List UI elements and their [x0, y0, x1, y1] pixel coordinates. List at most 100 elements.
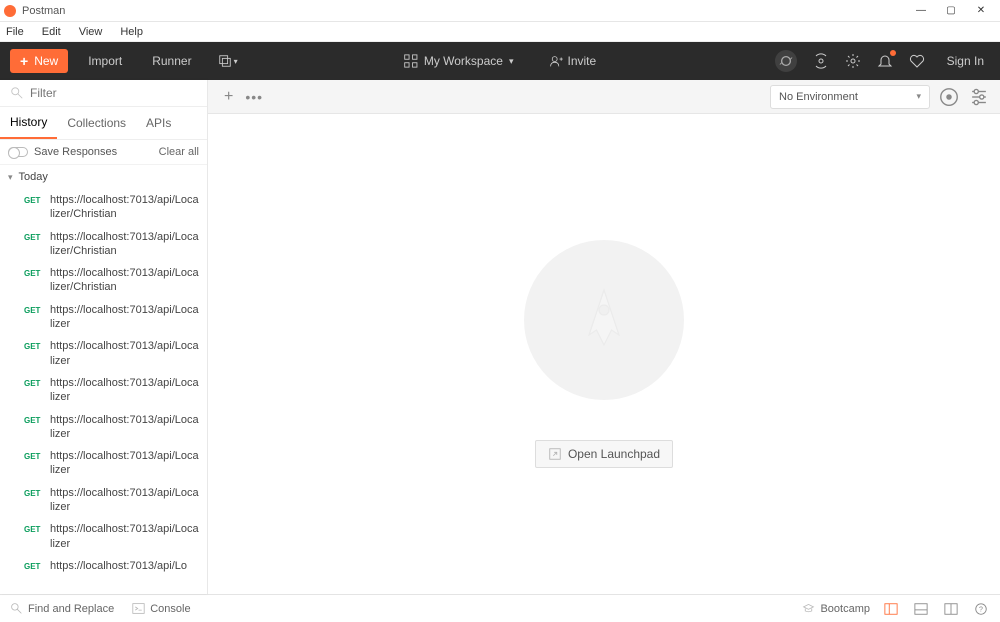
tab-options-button[interactable]: •••	[239, 85, 269, 109]
workspace-label: My Workspace	[424, 54, 503, 68]
bootcamp-button[interactable]: Bootcamp	[802, 602, 870, 615]
history-item[interactable]: GEThttps://localhost:7013/api/Localizer	[0, 372, 207, 409]
chevron-down-icon: ▾	[916, 91, 921, 102]
window-minimize-button[interactable]: —	[906, 0, 936, 22]
history-item[interactable]: GEThttps://localhost:7013/api/Localizer/…	[0, 262, 207, 299]
app-toolbar: + New Import Runner ▾ My Workspace ▾ Inv…	[0, 42, 1000, 80]
sync-icon[interactable]	[775, 50, 797, 72]
menu-help[interactable]: Help	[120, 26, 143, 38]
satellite-icon[interactable]	[813, 53, 829, 69]
svg-text:?: ?	[979, 606, 983, 613]
menu-file[interactable]: File	[6, 26, 24, 38]
main-area: + ••• No Environment ▾	[208, 80, 1000, 594]
environment-settings-icon[interactable]	[968, 86, 990, 108]
history-url: https://localhost:7013/api/Localizer	[50, 376, 201, 405]
history-item[interactable]: GEThttps://localhost:7013/api/Lo	[0, 555, 207, 577]
history-url: https://localhost:7013/api/Localizer/Chr…	[50, 193, 201, 222]
environment-label: No Environment	[779, 91, 858, 103]
console-button[interactable]: Console	[132, 602, 190, 615]
history-item[interactable]: GEThttps://localhost:7013/api/Localizer	[0, 518, 207, 555]
chevron-down-icon: ▾	[8, 172, 13, 183]
console-label: Console	[150, 603, 190, 615]
history-method: GET	[24, 266, 50, 295]
bootcamp-label: Bootcamp	[820, 603, 870, 615]
save-responses-label: Save Responses	[34, 146, 117, 158]
history-method: GET	[24, 230, 50, 259]
window-maximize-button[interactable]: ▢	[936, 0, 966, 22]
history-item[interactable]: GEThttps://localhost:7013/api/Localizer	[0, 482, 207, 519]
history-method: GET	[24, 486, 50, 515]
environment-area: No Environment ▾	[770, 85, 990, 109]
history-item[interactable]: GEThttps://localhost:7013/api/Localizer/…	[0, 226, 207, 263]
tab-history[interactable]: History	[0, 107, 57, 139]
history-item[interactable]: GEThttps://localhost:7013/api/Localizer/…	[0, 189, 207, 226]
history-method: GET	[24, 522, 50, 551]
window-close-button[interactable]: ✕	[966, 0, 996, 22]
history-url: https://localhost:7013/api/Localizer	[50, 449, 201, 478]
plus-icon: +	[20, 54, 28, 68]
heart-icon[interactable]	[909, 53, 925, 69]
clear-all-button[interactable]: Clear all	[159, 146, 199, 158]
app-body: History Collections APIs Save Responses …	[0, 80, 1000, 594]
history-item[interactable]: GEThttps://localhost:7013/api/Localizer	[0, 335, 207, 372]
layout-two-pane-icon[interactable]	[942, 601, 960, 617]
tab-collections[interactable]: Collections	[57, 108, 136, 138]
history-item[interactable]: GEThttps://localhost:7013/api/Localizer	[0, 445, 207, 482]
history-url: https://localhost:7013/api/Localizer	[50, 486, 201, 515]
app-logo	[4, 5, 16, 17]
console-icon	[132, 602, 145, 615]
find-and-replace-button[interactable]: Find and Replace	[10, 602, 114, 615]
history-url: https://localhost:7013/api/Localizer	[50, 413, 201, 442]
layout-pane-left-icon[interactable]	[882, 601, 900, 617]
new-tab-button[interactable]: +	[218, 85, 239, 109]
window-titlebar: Postman — ▢ ✕	[0, 0, 1000, 22]
app-title: Postman	[22, 5, 65, 17]
history-item[interactable]: GEThttps://localhost:7013/api/Localizer	[0, 409, 207, 446]
notifications-icon[interactable]	[877, 53, 893, 69]
graduation-icon	[802, 602, 815, 615]
filter-input[interactable]	[30, 86, 197, 100]
workspace-selector[interactable]: My Workspace ▾	[396, 49, 522, 73]
save-responses-toggle[interactable]	[8, 147, 28, 157]
history-list[interactable]: GEThttps://localhost:7013/api/Localizer/…	[0, 189, 207, 594]
import-button[interactable]: Import	[78, 49, 132, 73]
statusbar: Find and Replace Console Bootcamp ?	[0, 594, 1000, 622]
chevron-down-icon: ▾	[509, 56, 514, 67]
sidebar-tabs: History Collections APIs	[0, 107, 207, 140]
menu-edit[interactable]: Edit	[42, 26, 61, 38]
statusbar-right: Bootcamp ?	[802, 601, 990, 617]
sidebar: History Collections APIs Save Responses …	[0, 80, 208, 594]
history-method: GET	[24, 339, 50, 368]
history-method: GET	[24, 559, 50, 573]
help-icon[interactable]: ?	[972, 601, 990, 617]
user-plus-icon	[549, 55, 562, 68]
invite-button[interactable]: Invite	[541, 49, 604, 73]
request-tabbar: + ••• No Environment ▾	[208, 80, 1000, 114]
find-replace-label: Find and Replace	[28, 603, 114, 615]
tab-apis[interactable]: APIs	[136, 108, 181, 138]
empty-canvas: Open Launchpad	[208, 114, 1000, 594]
runner-button[interactable]: Runner	[142, 49, 201, 73]
history-method: GET	[24, 193, 50, 222]
history-item[interactable]: GEThttps://localhost:7013/api/Localizer	[0, 299, 207, 336]
history-url: https://localhost:7013/api/Localizer/Chr…	[50, 266, 201, 295]
open-launchpad-button[interactable]: Open Launchpad	[535, 440, 673, 468]
new-window-button[interactable]: ▾	[212, 50, 244, 72]
history-url: https://localhost:7013/api/Localizer	[50, 303, 201, 332]
invite-label: Invite	[567, 54, 596, 68]
menu-view[interactable]: View	[79, 26, 103, 38]
search-icon	[10, 602, 23, 615]
app-menubar: File Edit View Help	[0, 22, 1000, 42]
new-button[interactable]: + New	[10, 49, 68, 73]
layout-pane-bottom-icon[interactable]	[912, 601, 930, 617]
search-icon	[10, 86, 24, 100]
settings-icon[interactable]	[845, 53, 861, 69]
save-responses-row: Save Responses Clear all	[0, 140, 207, 165]
history-group-label: Today	[19, 171, 48, 183]
sign-in-button[interactable]: Sign In	[941, 50, 990, 72]
environment-selector[interactable]: No Environment ▾	[770, 85, 930, 109]
new-button-label: New	[34, 54, 58, 68]
history-url: https://localhost:7013/api/Localizer	[50, 339, 201, 368]
environment-quick-look-icon[interactable]	[938, 86, 960, 108]
history-group-today[interactable]: ▾ Today	[0, 165, 207, 189]
